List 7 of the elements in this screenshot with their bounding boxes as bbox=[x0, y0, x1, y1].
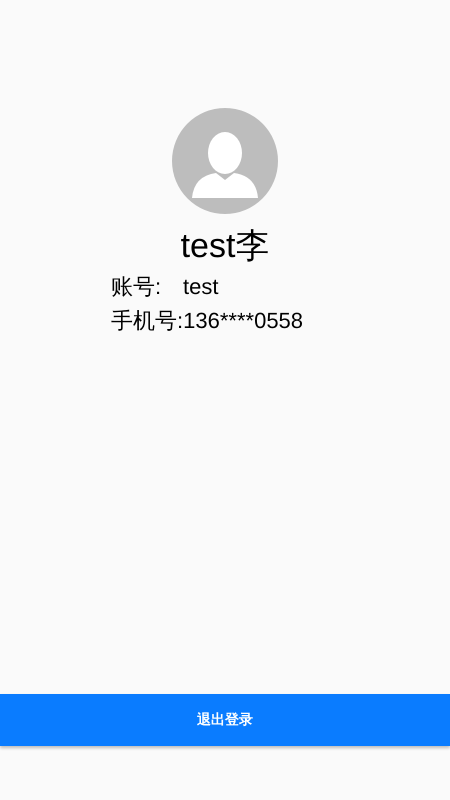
field-label: 手机号: bbox=[111, 308, 184, 333]
user-name: test李 bbox=[180, 226, 270, 267]
avatar-icon bbox=[172, 108, 278, 214]
field-label: 账号: bbox=[111, 274, 162, 299]
field-value: 136****0558 bbox=[183, 307, 304, 335]
field-value: test bbox=[183, 273, 218, 301]
logout-button[interactable]: 退出登录 bbox=[0, 694, 450, 746]
